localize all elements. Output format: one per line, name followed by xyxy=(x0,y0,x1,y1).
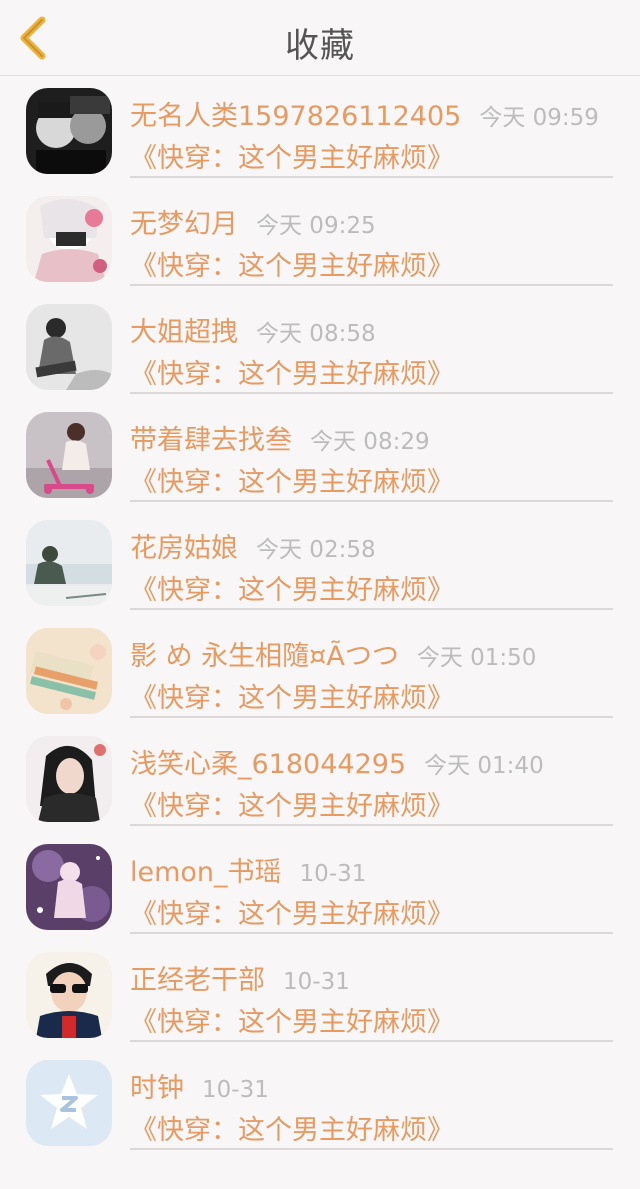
book-title: 《快穿：这个男主好麻烦》 xyxy=(130,467,454,498)
avatar[interactable] xyxy=(26,628,112,714)
divider xyxy=(130,500,613,502)
user-name: lemon_书瑶 xyxy=(130,857,282,888)
list-item[interactable]: 无梦幻月 今天 09:25 《快穿：这个男主好麻烦》 xyxy=(0,188,640,296)
timestamp: 10-31 xyxy=(299,861,367,887)
top-bar: 收藏 xyxy=(0,0,640,76)
book-title: 《快穿：这个男主好麻烦》 xyxy=(130,359,454,390)
list-item[interactable]: 影 め 永生相隨¤Ãつつ 今天 01:50 《快穿：这个男主好麻烦》 xyxy=(0,620,640,728)
divider xyxy=(130,1040,613,1042)
timestamp: 今天 09:25 xyxy=(256,213,376,239)
book-title: 《快穿：这个男主好麻烦》 xyxy=(130,1007,454,1038)
avatar[interactable] xyxy=(26,1060,112,1146)
divider xyxy=(130,608,613,610)
user-name: 无梦幻月 xyxy=(130,209,238,240)
avatar[interactable] xyxy=(26,412,112,498)
list-item[interactable]: 无名人类1597826112405 今天 09:59 《快穿：这个男主好麻烦》 xyxy=(0,80,640,188)
avatar[interactable] xyxy=(26,736,112,822)
user-name: 浅笑心柔_618044295 xyxy=(130,749,407,780)
list-item[interactable]: lemon_书瑶 10-31 《快穿：这个男主好麻烦》 xyxy=(0,836,640,944)
timestamp: 今天 02:58 xyxy=(256,537,376,563)
user-name: 大姐超拽 xyxy=(130,317,238,348)
timestamp: 今天 08:29 xyxy=(310,429,430,455)
avatar[interactable] xyxy=(26,88,112,174)
qq-star-icon xyxy=(26,1060,112,1146)
user-name: 带着肆去找叁 xyxy=(130,425,292,456)
timestamp: 今天 01:50 xyxy=(416,645,537,671)
avatar[interactable] xyxy=(26,304,112,390)
divider xyxy=(130,1148,613,1150)
user-name: 影 め 永生相隨¤Ãつつ xyxy=(130,641,399,672)
list-item[interactable]: 时钟 10-31 《快穿：这个男主好麻烦》 xyxy=(0,1052,640,1160)
divider xyxy=(130,284,613,286)
list-item[interactable]: 大姐超拽 今天 08:58 《快穿：这个男主好麻烦》 xyxy=(0,296,640,404)
avatar[interactable] xyxy=(26,196,112,282)
avatar[interactable] xyxy=(26,952,112,1038)
list-item[interactable]: 正经老干部 10-31 《快穿：这个男主好麻烦》 xyxy=(0,944,640,1052)
avatar[interactable] xyxy=(26,844,112,930)
timestamp: 今天 09:59 xyxy=(479,105,599,131)
book-title: 《快穿：这个男主好麻烦》 xyxy=(130,143,454,174)
book-title: 《快穿：这个男主好麻烦》 xyxy=(130,251,454,282)
timestamp: 今天 01:40 xyxy=(424,753,544,779)
user-name: 正经老干部 xyxy=(130,965,265,996)
timestamp: 10-31 xyxy=(283,969,350,995)
favorites-list: 无名人类1597826112405 今天 09:59 《快穿：这个男主好麻烦》 … xyxy=(0,80,640,1160)
user-name: 无名人类1597826112405 xyxy=(130,101,462,132)
book-title: 《快穿：这个男主好麻烦》 xyxy=(130,791,454,822)
divider xyxy=(130,716,613,718)
book-title: 《快穿：这个男主好麻烦》 xyxy=(130,899,454,930)
list-item[interactable]: 花房姑娘 今天 02:58 《快穿：这个男主好麻烦》 xyxy=(0,512,640,620)
page-title: 收藏 xyxy=(285,26,355,66)
book-title: 《快穿：这个男主好麻烦》 xyxy=(130,575,454,606)
timestamp: 10-31 xyxy=(202,1077,269,1103)
timestamp: 今天 08:58 xyxy=(256,321,376,347)
avatar[interactable] xyxy=(26,520,112,606)
divider xyxy=(130,932,613,934)
divider xyxy=(130,392,613,394)
user-name: 时钟 xyxy=(130,1073,184,1104)
list-item[interactable]: 浅笑心柔_618044295 今天 01:40 《快穿：这个男主好麻烦》 xyxy=(0,728,640,836)
divider xyxy=(130,824,613,826)
user-name: 花房姑娘 xyxy=(130,533,238,564)
list-item[interactable]: 带着肆去找叁 今天 08:29 《快穿：这个男主好麻烦》 xyxy=(0,404,640,512)
divider xyxy=(130,176,613,178)
book-title: 《快穿：这个男主好麻烦》 xyxy=(130,1115,454,1146)
book-title: 《快穿：这个男主好麻烦》 xyxy=(130,683,454,714)
